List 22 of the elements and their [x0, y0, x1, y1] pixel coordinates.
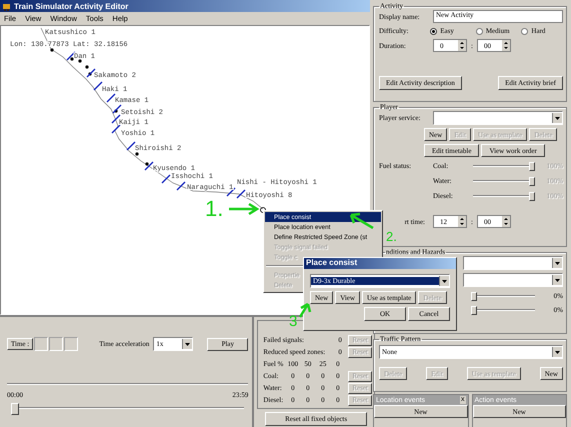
slider-thumb[interactable] [471, 292, 477, 300]
slider-thumb[interactable] [471, 306, 477, 314]
annotation-number: 1. [205, 198, 224, 220]
arrow-icon [228, 202, 260, 216]
time-box [49, 337, 64, 351]
time-box [64, 337, 78, 351]
spinner-arrows-icon [458, 40, 466, 51]
annotation-number: 3 [289, 314, 298, 329]
conditions-dropdown[interactable] [463, 273, 563, 287]
spinner-arrows-icon [458, 216, 466, 227]
slider-thumb[interactable] [11, 403, 19, 415]
dialog-title: Place consist [304, 258, 456, 269]
arrow-icon [348, 212, 374, 229]
train-icon [2, 2, 11, 10]
spinner-arrows-icon [502, 40, 510, 51]
conditions-dropdown[interactable] [463, 256, 563, 270]
time-box [34, 337, 48, 351]
window-title: Train Simulator Activity Editor [14, 2, 128, 10]
service-dropdown[interactable] [433, 111, 563, 125]
arrow-icon [298, 302, 312, 318]
spinner-arrows-icon [502, 216, 510, 227]
annotation-number: 2. [386, 230, 397, 243]
